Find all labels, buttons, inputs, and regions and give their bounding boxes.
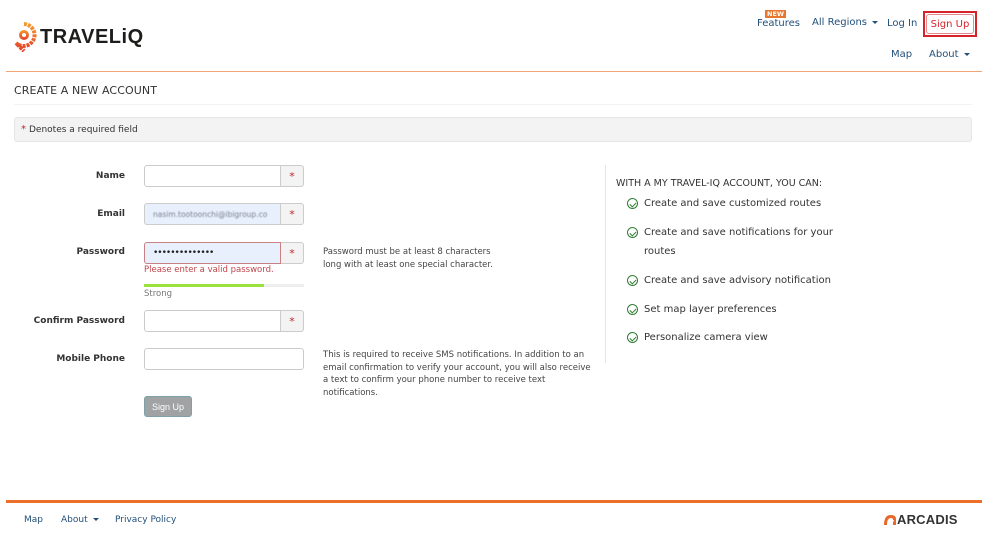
required-star-icon: * (21, 124, 26, 135)
nav-about[interactable]: About (929, 49, 970, 60)
footer-about-link[interactable]: About (61, 515, 99, 525)
check-circle-icon (627, 227, 638, 238)
header-divider (6, 71, 982, 72)
required-asterisk-icon: * (281, 310, 304, 332)
title-divider (14, 104, 972, 105)
mobile-phone-help: This is required to receive SMS notifica… (323, 350, 591, 398)
password-strength-bar (144, 284, 304, 287)
new-badge: NEW (765, 10, 787, 18)
account-benefits-panel: WITH A MY TRAVEL-IQ ACCOUNT, YOU CAN: Cr… (605, 165, 875, 363)
benefit-text: Personalize camera view (644, 332, 768, 343)
footer-divider (6, 500, 982, 503)
confirm-password-label: Confirm Password (33, 316, 125, 326)
nav-sign-up-highlight: Sign Up (923, 11, 977, 37)
benefits-title: WITH A MY TRAVEL-IQ ACCOUNT, YOU CAN: (616, 178, 823, 189)
sign-up-submit-button[interactable]: Sign Up (144, 396, 192, 417)
email-input-group: nasim.tootoonchi@ibigroup.co * (144, 203, 304, 225)
caret-down-icon (92, 518, 99, 521)
password-strength-label: Strong (144, 289, 173, 299)
site-header: TRAVELiQ NEW Features All Regions Log In… (0, 0, 989, 72)
footer-map-link[interactable]: Map (24, 515, 43, 525)
benefit-text: Create and save advisory notification (644, 275, 831, 286)
nav-about-label: About (929, 49, 959, 60)
page-title: CREATE A NEW ACCOUNT (14, 84, 158, 97)
nav-log-in[interactable]: Log In (887, 18, 917, 29)
arcadis-mark-icon (884, 514, 896, 525)
confirm-password-input[interactable] (144, 310, 281, 332)
mobile-phone-input[interactable] (144, 348, 304, 370)
confirm-password-input-group: * (144, 310, 304, 332)
name-input-group: * (144, 165, 304, 187)
benefit-item: Create and save advisory notification (627, 271, 857, 290)
mobile-phone-label: Mobile Phone (56, 354, 125, 364)
name-input[interactable] (144, 165, 281, 187)
benefit-item: Create and save notifications for your r… (627, 223, 842, 261)
mobile-phone-input-group (144, 348, 304, 370)
email-label: Email (97, 209, 125, 219)
password-error: Please enter a valid password. (144, 265, 274, 275)
required-asterisk-icon: * (281, 203, 304, 225)
arcadis-logo: ARCADIS (883, 512, 958, 527)
name-label: Name (95, 171, 125, 181)
arcadis-text: ARCADIS (897, 512, 958, 527)
email-value: nasim.tootoonchi@ibigroup.co (153, 209, 268, 219)
nav-sign-up-button[interactable]: Sign Up (926, 14, 974, 34)
required-notice-text: Denotes a required field (29, 124, 138, 135)
benefit-item: Create and save customized routes (627, 194, 857, 213)
email-input[interactable]: nasim.tootoonchi@ibigroup.co (144, 203, 281, 225)
benefit-text: Create and save notifications for your r… (644, 227, 834, 257)
check-circle-icon (627, 304, 638, 315)
password-strength-fill (144, 284, 264, 287)
password-label: Password (76, 247, 125, 257)
password-input-group: •••••••••••••• * (144, 242, 304, 264)
check-circle-icon (627, 332, 638, 343)
password-input[interactable]: •••••••••••••• (144, 242, 281, 264)
footer-about-label: About (61, 515, 88, 525)
check-circle-icon (627, 275, 638, 286)
nav-features[interactable]: Features (757, 18, 800, 29)
caret-down-icon (872, 20, 879, 24)
nav-map[interactable]: Map (891, 49, 912, 60)
caret-down-icon (963, 52, 970, 56)
benefit-item: Set map layer preferences (627, 300, 857, 319)
check-circle-icon (627, 198, 638, 209)
logo-text: TRAVELiQ (40, 25, 144, 48)
footer-privacy-link[interactable]: Privacy Policy (115, 515, 176, 525)
nav-all-regions-label: All Regions (812, 17, 868, 28)
benefit-text: Set map layer preferences (644, 304, 777, 315)
password-help: Password must be at least 8 characters l… (323, 247, 493, 270)
benefit-item: Personalize camera view (627, 328, 857, 347)
required-asterisk-icon: * (281, 165, 304, 187)
required-asterisk-icon: * (281, 242, 304, 264)
benefit-text: Create and save customized routes (644, 198, 822, 209)
nav-all-regions[interactable]: All Regions (812, 17, 879, 28)
travel-iq-logo[interactable]: TRAVELiQ (10, 22, 144, 53)
logo-pin-icon (10, 22, 38, 53)
required-notice: * Denotes a required field (14, 117, 972, 142)
